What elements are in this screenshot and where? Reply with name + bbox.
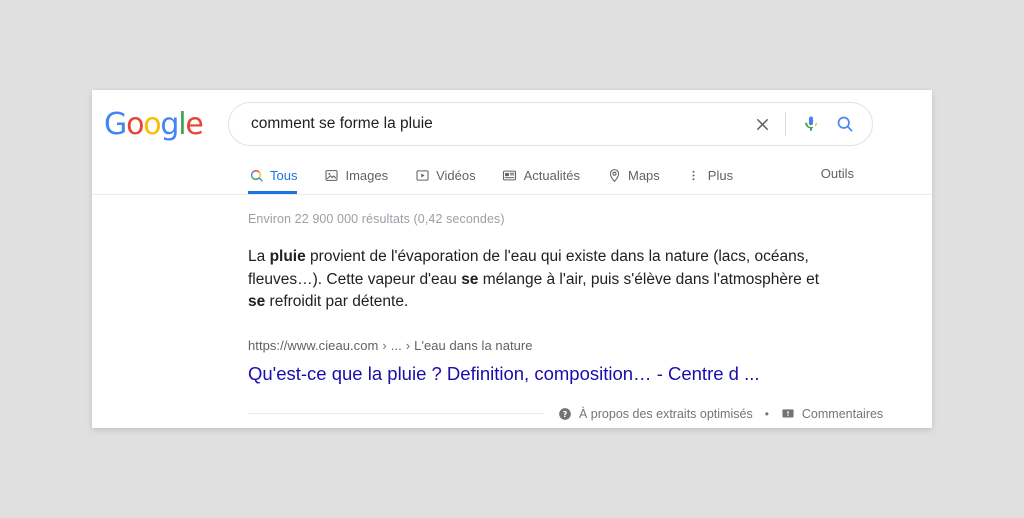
result-url[interactable]: https://www.cieau.com ›... › L'eau dans la … [248, 338, 932, 353]
tab-maps[interactable]: Maps [606, 158, 660, 192]
snippet-text-part3: mélange à l'air, puis s'élève dans l'atm… [478, 270, 820, 288]
help-circle-icon: ? [558, 407, 572, 421]
featured-snippet: La pluie provient de l'évaporation de l'… [248, 246, 828, 314]
result-url-crumb-ellipsis: ... [390, 337, 402, 353]
snippet-footer: ? À propos des extraits optimisés • Comm… [248, 403, 932, 425]
tab-label-videos: Vidéos [436, 167, 476, 183]
search-submit-icon[interactable] [828, 107, 862, 141]
search-divider [785, 112, 786, 136]
search-results-card: Google comment se forme la pluie Tous Im… [92, 90, 932, 428]
logo-letter-o1: o [126, 107, 144, 142]
tab-actualites[interactable]: Actualités [502, 158, 580, 192]
logo-letter-e: e [185, 107, 203, 142]
results-body: Environ 22 900 000 résultats (0,42 secon… [92, 212, 932, 425]
microphone-icon[interactable] [794, 107, 828, 141]
search-icon [248, 167, 264, 183]
result-title-link[interactable]: Qu'est-ce que la pluie ? Definition, com… [248, 362, 932, 386]
tab-active-underline [248, 191, 298, 194]
google-logo[interactable]: Google [104, 107, 204, 142]
tab-plus[interactable]: Plus [686, 158, 733, 192]
snippet-text-part1: La [248, 248, 270, 265]
breadcrumb-separator-1: › [382, 337, 387, 353]
image-icon [323, 167, 339, 183]
breadcrumb-separator-2: › [405, 337, 411, 353]
tab-label-plus: Plus [707, 167, 734, 183]
svg-text:?: ? [563, 408, 568, 418]
news-icon [502, 167, 518, 183]
logo-letter-o2: o [143, 107, 161, 142]
logo-letter-l: l [178, 107, 186, 142]
result-url-crumb-last: L'eau dans la nature [414, 337, 533, 353]
footer-divider [248, 413, 544, 414]
tab-videos[interactable]: Vidéos [414, 158, 476, 192]
tab-images[interactable]: Images [323, 158, 388, 192]
close-icon[interactable] [745, 107, 779, 141]
video-icon [414, 167, 430, 183]
snippet-bold-1: pluie [269, 248, 306, 265]
search-input[interactable] [229, 103, 745, 145]
tab-label-actualites: Actualités [523, 167, 580, 183]
result-stats: Environ 22 900 000 résultats (0,42 secon… [248, 212, 505, 226]
tab-label-images: Images [345, 167, 389, 183]
search-box[interactable] [228, 102, 873, 146]
logo-letter-g1: G [104, 107, 127, 142]
snippet-bold-2: se [461, 270, 479, 288]
footer-links: ? À propos des extraits optimisés • Comm… [558, 407, 883, 421]
about-featured-snippets-link[interactable]: ? À propos des extraits optimisés [558, 407, 753, 421]
tab-tous[interactable]: Tous [248, 158, 298, 194]
tab-label-tous: Tous [270, 167, 298, 183]
result-url-domain: https://www.cieau.com [248, 337, 379, 353]
search-header: Google [92, 90, 932, 158]
feedback-label: Commentaires [801, 406, 884, 421]
logo-letter-g2: g [160, 107, 179, 142]
snippet-text-part4: refroidit par détente. [265, 293, 409, 310]
map-pin-icon [606, 167, 622, 183]
tools-button[interactable]: Outils [821, 161, 854, 187]
screenshot-root: Google comment se forme la pluie Tous Im… [0, 0, 1024, 518]
snippet-bold-3: se [248, 293, 266, 310]
about-featured-snippets-label: À propos des extraits optimisés [579, 406, 753, 421]
search-tabs: Tous Images Vidéos Actualités Maps Plus [248, 158, 759, 194]
feedback-icon [781, 407, 795, 421]
more-vertical-icon [686, 167, 702, 183]
tab-label-maps: Maps [628, 167, 660, 183]
search-tabs-bar: Tous Images Vidéos Actualités Maps Plus … [92, 158, 932, 195]
footer-separator: • [764, 406, 769, 421]
feedback-link[interactable]: Commentaires [781, 407, 883, 421]
